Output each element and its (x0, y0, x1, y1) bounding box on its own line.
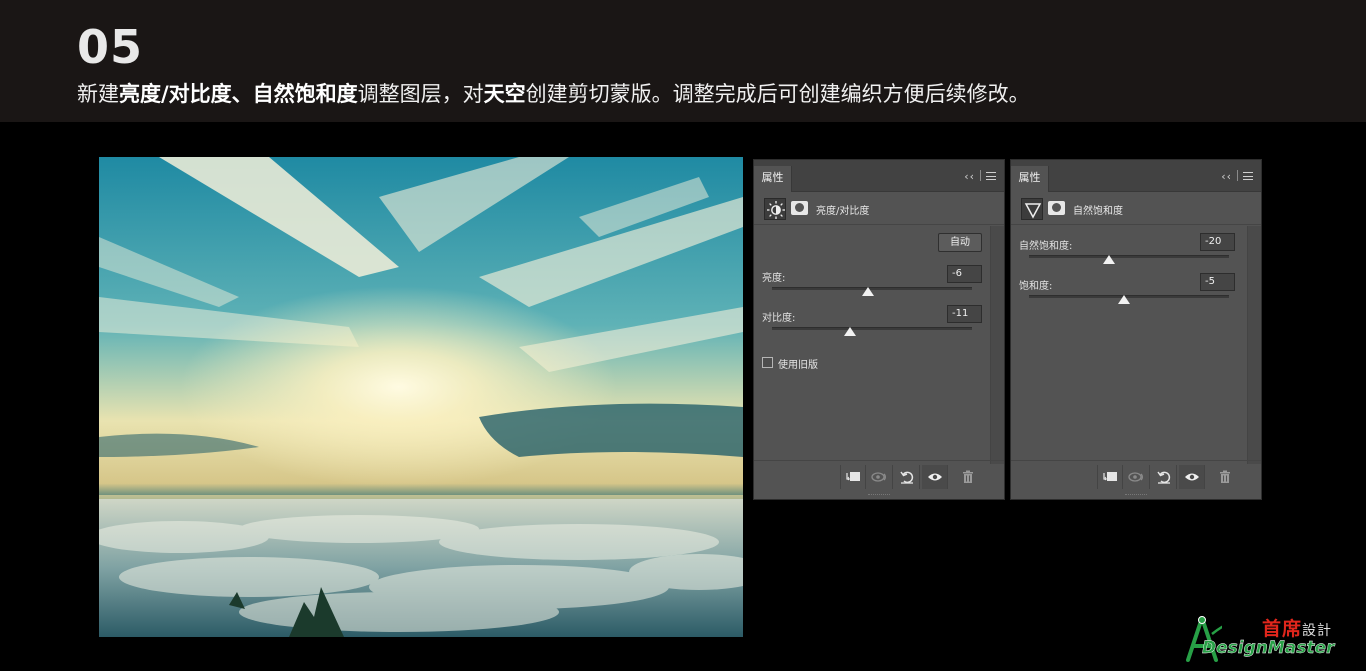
adjustment-layer-row: 亮度/对比度 (754, 193, 1004, 225)
panel-tabbar: 属性 ‹‹ (754, 160, 1004, 192)
menu-separator (1237, 170, 1238, 181)
hamburger-menu-icon[interactable] (1243, 172, 1253, 180)
instruction-bold: 亮度/对比度、自然饱和度 (119, 82, 358, 106)
tab-properties[interactable]: 属性 (754, 166, 792, 192)
clip-layer-icon[interactable] (1097, 465, 1123, 489)
resize-grip[interactable] (1125, 494, 1147, 498)
trash-icon[interactable] (955, 465, 981, 489)
tab-properties[interactable]: 属性 (1011, 166, 1049, 192)
use-legacy-label: 使用旧版 (778, 360, 818, 371)
contrast-slider-thumb[interactable] (844, 327, 856, 336)
brightness-contrast-panel: 属性 ‹‹ 亮度/对比度 自动 亮度: -6 对比度: -11 使用旧版 (753, 159, 1005, 500)
layer-title: 亮度/对比度 (816, 206, 870, 217)
brightness-slider[interactable] (772, 287, 972, 296)
brightness-slider-thumb[interactable] (862, 287, 874, 296)
vibrance-slider-thumb[interactable] (1103, 255, 1115, 264)
panel-tabbar: 属性 ‹‹ (1011, 160, 1261, 192)
panel-footer (754, 460, 1004, 492)
collapse-icon[interactable]: ‹‹ (1221, 170, 1232, 183)
logo-english: DesignMaster (1202, 638, 1335, 658)
reset-icon[interactable] (894, 465, 920, 489)
view-previous-icon[interactable] (1124, 465, 1150, 489)
vibrance-slider[interactable] (1029, 255, 1229, 264)
vibrance-input[interactable]: -20 (1200, 233, 1235, 251)
saturation-slider[interactable] (1029, 295, 1229, 304)
panel-footer (1011, 460, 1261, 492)
designmaster-logo: 首席設計 DesignMaster (1182, 612, 1360, 664)
layer-title: 自然饱和度 (1073, 206, 1123, 217)
instruction-part: 新建 (77, 82, 119, 106)
auto-button[interactable]: 自动 (938, 233, 982, 252)
logo-cn-main: 首席 (1262, 618, 1303, 640)
step-number: 05 (77, 20, 144, 74)
instruction-part: 调整图层，对 (357, 82, 484, 106)
adjustment-layer-row: 自然饱和度 (1011, 193, 1261, 225)
saturation-input[interactable]: -5 (1200, 273, 1235, 291)
sun-icon[interactable] (764, 198, 786, 220)
instruction-bold: 天空 (483, 82, 526, 106)
contrast-label: 对比度: (762, 313, 796, 324)
vibrance-label: 自然饱和度: (1019, 241, 1073, 252)
instruction-text: 新建亮度/对比度、自然饱和度调整图层，对天空创建剪切蒙版。调整完成后可创建编织方… (77, 78, 1030, 108)
eye-icon[interactable] (1179, 465, 1205, 489)
saturation-label: 饱和度: (1019, 281, 1053, 292)
tutorial-header: 05 新建亮度/对比度、自然饱和度调整图层，对天空创建剪切蒙版。调整完成后可创建… (0, 0, 1366, 122)
instruction-part: 创建剪切蒙版。调整完成后可创建编织方便后续修改。 (525, 82, 1030, 106)
triangle-icon[interactable] (1021, 198, 1043, 220)
brightness-input[interactable]: -6 (947, 265, 982, 283)
panel-menu: ‹‹ (964, 170, 996, 183)
collapse-icon[interactable]: ‹‹ (964, 170, 975, 183)
layer-mask-icon[interactable] (791, 201, 808, 215)
logo-chinese: 首席設計 (1262, 614, 1332, 641)
resize-grip[interactable] (868, 494, 890, 498)
sky-photo (99, 157, 743, 637)
vibrance-panel: 属性 ‹‹ 自然饱和度 自然饱和度: -20 饱和度: -5 (1010, 159, 1262, 500)
hamburger-menu-icon[interactable] (986, 172, 996, 180)
panel-scrollbar[interactable] (990, 226, 1004, 464)
trash-icon[interactable] (1212, 465, 1238, 489)
panel-scrollbar[interactable] (1247, 226, 1261, 464)
use-legacy-checkbox[interactable] (762, 357, 773, 368)
panel-menu: ‹‹ (1221, 170, 1253, 183)
clip-layer-icon[interactable] (840, 465, 866, 489)
menu-separator (980, 170, 981, 181)
brightness-label: 亮度: (762, 273, 786, 284)
logo-cn-small: 設計 (1302, 623, 1333, 639)
contrast-slider[interactable] (772, 327, 972, 336)
saturation-slider-thumb[interactable] (1118, 295, 1130, 304)
view-previous-icon[interactable] (867, 465, 893, 489)
sky-photo-image (99, 157, 743, 637)
reset-icon[interactable] (1151, 465, 1177, 489)
layer-mask-icon[interactable] (1048, 201, 1065, 215)
contrast-input[interactable]: -11 (947, 305, 982, 323)
eye-icon[interactable] (922, 465, 948, 489)
